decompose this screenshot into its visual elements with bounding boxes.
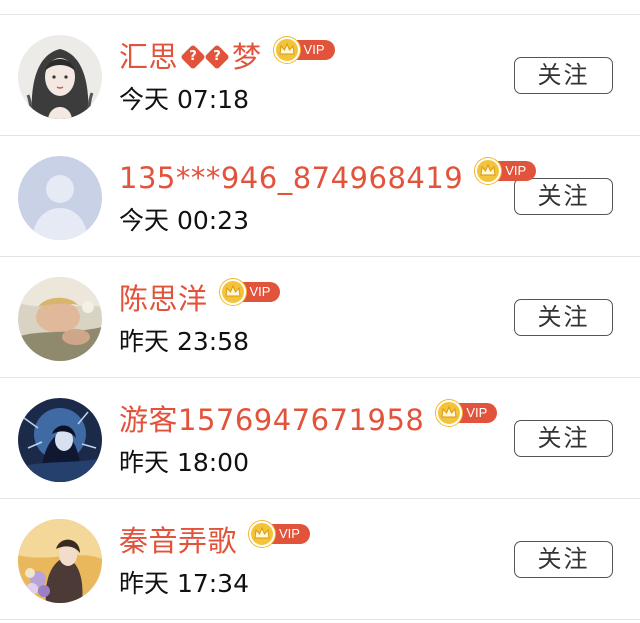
vip-badge: VIP [219,279,281,305]
user-name: 游客1576947671958 [119,403,425,437]
list-item[interactable]: 汇思 ? ? 梦 VIP 今天 07:18 关注 [0,15,640,136]
avatar-photo-icon[interactable] [18,277,102,361]
vip-badge: VIP [249,521,310,547]
vip-badge: VIP [475,158,537,184]
crown-icon [273,37,300,63]
follower-list: 汇思 ? ? 梦 VIP 今天 07:18 关注 135***946_87496… [0,0,640,623]
default-user-icon[interactable] [18,156,102,240]
visit-time: 今天 00:23 [119,206,249,235]
user-name: 秦音弄歌 [119,524,238,558]
visit-time: 今天 07:18 [119,85,249,114]
vip-badge: VIP [273,37,335,63]
avatar-anime-blue-icon[interactable] [18,398,102,482]
name-line: 汇思 ? ? 梦 VIP [119,37,335,77]
follow-button[interactable]: 关注 [514,178,613,215]
follow-button[interactable]: 关注 [514,299,613,336]
list-item[interactable]: 135***946_874968419 VIP 今天 00:23 关注 [0,136,640,257]
name-line: 秦音弄歌 VIP [119,521,310,561]
visit-time: 昨天 23:58 [119,327,249,356]
special-char-icon: ? [180,44,206,70]
name-line: 陈思洋 VIP [119,279,281,319]
list-item[interactable]: 秦音弄歌 VIP 昨天 17:34 关注 [0,499,640,620]
list-item[interactable]: 陈思洋 VIP 昨天 23:58 关注 [0,257,640,378]
follow-button[interactable]: 关注 [514,420,613,457]
name-line: 135***946_874968419 VIP [119,158,537,198]
vip-badge: VIP [436,400,498,426]
user-name: 汇思 [119,40,179,74]
special-char-icon: ? [204,44,230,70]
avatar-anime-gold-icon[interactable] [18,519,102,603]
user-name: 135***946_874968419 [119,161,464,195]
crown-icon [219,279,246,305]
crown-icon [249,521,276,547]
follow-button[interactable]: 关注 [514,57,613,94]
name-line: 游客1576947671958 VIP [119,400,498,440]
list-item[interactable]: 游客1576947671958 VIP 昨天 18:00 关注 [0,378,640,499]
user-name: 陈思洋 [119,282,208,316]
visit-time: 昨天 18:00 [119,448,249,477]
avatar-girl-sketch-icon[interactable] [18,35,102,119]
visit-time: 昨天 17:34 [119,569,249,598]
follow-button[interactable]: 关注 [514,541,613,578]
user-name-suffix: 梦 [232,40,262,74]
